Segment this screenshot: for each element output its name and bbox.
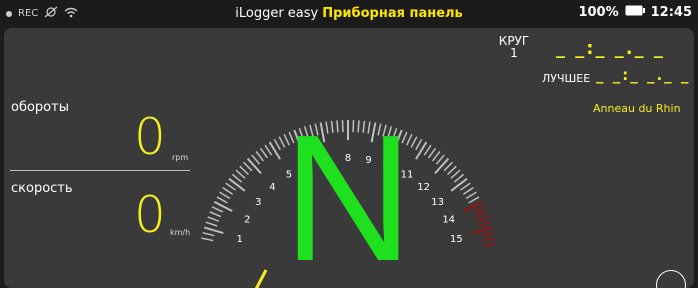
gauge-tick-label: 3	[255, 197, 261, 208]
status-right: 100% 12:45	[578, 5, 692, 20]
gauge-tick	[437, 155, 445, 164]
lap-block: КРУГ 1	[496, 34, 532, 60]
app-name: iLogger easy	[235, 6, 318, 21]
battery-icon	[625, 5, 645, 20]
gauge-tick	[424, 145, 431, 155]
dashboard-panel: 123456789101112131415 N обороты 0 rpm ск…	[4, 28, 694, 288]
current-lap-time: _ _:_ _._ _	[556, 38, 665, 59]
rpm-label: обороты	[11, 100, 69, 115]
gauge-tick	[256, 151, 263, 160]
gauge-tick	[270, 142, 280, 159]
rpm-gauge: 123456789101112131415 N	[4, 28, 694, 288]
gauge-tick	[451, 170, 460, 178]
gauge-tick	[482, 233, 494, 236]
best-lap-time: _ _:_ _._ _	[596, 66, 690, 84]
gauge-tick	[244, 162, 252, 171]
gauge-tick	[274, 139, 280, 149]
gauge-tick	[483, 238, 495, 241]
gauge-tick	[223, 188, 233, 195]
gauge-tick	[252, 155, 260, 164]
gauge-tick	[226, 183, 236, 190]
gauge-needle	[254, 270, 266, 288]
gauge-tick	[448, 166, 457, 174]
gauge-tick	[208, 217, 219, 221]
gauge-tick	[204, 227, 223, 233]
gauge-tick	[203, 233, 215, 236]
clock: 12:45	[651, 5, 692, 20]
gauge-tick	[444, 162, 452, 171]
gauge-tick	[212, 207, 223, 212]
gauge-tick	[479, 222, 490, 226]
gauge-tick-label: 2	[244, 215, 250, 226]
gauge-tick	[240, 166, 249, 174]
gauge-tick-label: 12	[417, 182, 430, 193]
gauge-tick-label: 1	[236, 234, 242, 245]
gauge-tick	[451, 179, 467, 191]
gauge-tick	[466, 192, 476, 198]
gauge-tick	[248, 159, 261, 174]
gear-indicator: N	[283, 98, 413, 288]
gauge-tick	[206, 222, 217, 226]
gauge-tick	[416, 139, 422, 149]
gauge-tick	[220, 192, 230, 198]
gauge-tick	[265, 145, 272, 155]
gauge-tick	[460, 183, 470, 190]
gauge-tick	[454, 174, 463, 182]
gauge-tick-label: 14	[442, 215, 455, 226]
gauge-tick-label: 15	[450, 234, 463, 245]
gauge-tick	[232, 174, 241, 182]
status-bar: REC iLogger easyПриборная панель 100% 12…	[0, 0, 698, 28]
lap-number: 1	[496, 46, 532, 60]
battery-percent: 100%	[578, 5, 618, 20]
speed-label: скорость	[11, 181, 73, 196]
track-name: Anneau du Rhin	[593, 102, 681, 115]
rpm-unit: rpm	[172, 153, 188, 162]
best-label: ЛУЧШЕЕ	[542, 72, 590, 85]
gauge-tick	[210, 212, 221, 217]
gauge-tick	[435, 159, 448, 174]
gauge-tick	[473, 227, 492, 233]
speed-value: 0	[134, 186, 166, 244]
gauge-tick	[201, 238, 213, 241]
gauge-tick	[469, 197, 479, 203]
left-divider	[10, 170, 190, 171]
gauge-tick-label: 13	[431, 197, 444, 208]
gauge-tick	[473, 207, 484, 212]
gauge-tick	[463, 188, 473, 195]
gauge-tick	[416, 142, 426, 159]
gauge-tick	[475, 212, 486, 217]
gauge-tick	[236, 170, 245, 178]
speed-unit: km/h	[170, 228, 190, 237]
gauge-tick	[229, 179, 245, 191]
gauge-tick	[429, 148, 436, 158]
gauge-tick-label: 4	[269, 182, 275, 193]
gauge-tick	[484, 243, 496, 245]
gauge-tick	[260, 148, 267, 158]
gauge-tick	[433, 151, 440, 160]
gauge-tick	[217, 197, 227, 203]
rpm-value: 0	[134, 108, 166, 166]
page-name: Приборная панель	[322, 6, 463, 21]
gauge-tick	[477, 217, 488, 221]
